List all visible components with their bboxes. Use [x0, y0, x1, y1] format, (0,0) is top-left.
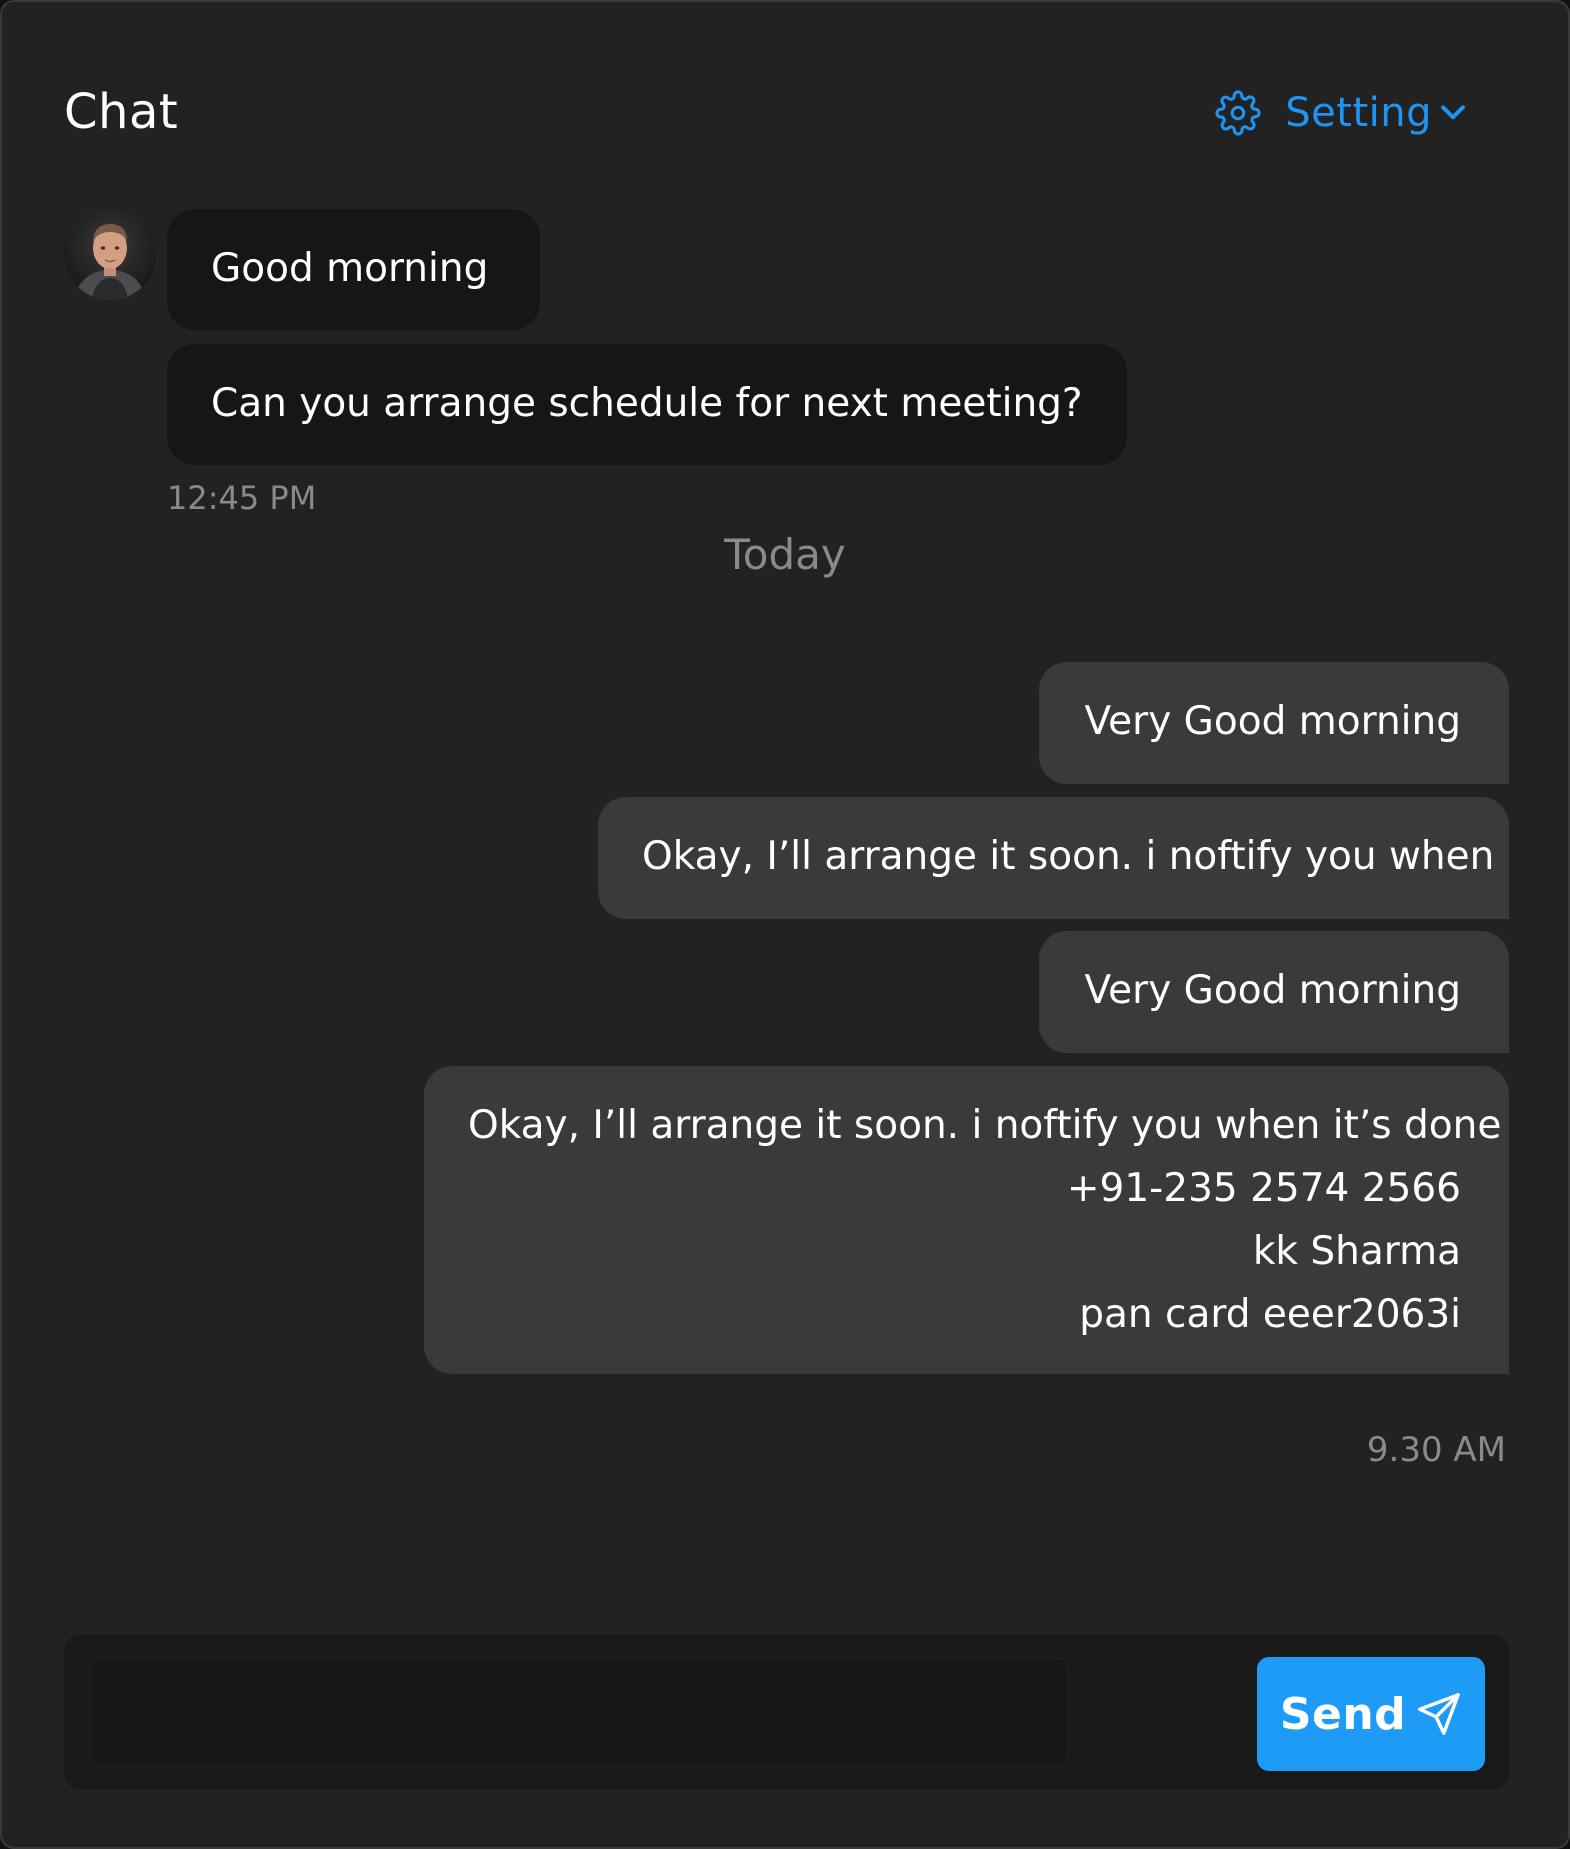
settings-dropdown[interactable]: Setting: [1215, 90, 1470, 136]
message-line: Okay, I’ll arrange it soon. i noftify yo…: [468, 1103, 1502, 1148]
message-line: kk Sharma: [1252, 1229, 1461, 1274]
message-line: +91-235 2574 2566: [1066, 1166, 1461, 1211]
incoming-message: Good morning: [167, 209, 540, 330]
outgoing-message: Very Good morning: [1039, 931, 1509, 1053]
paper-plane-icon: [1418, 1693, 1461, 1735]
page-title: Chat: [64, 84, 179, 140]
chat-panel: Chat Setting Good morning Can you arrang…: [0, 0, 1570, 1849]
chevron-down-icon: [1441, 105, 1465, 120]
message-timestamp: 9.30 AM: [1366, 1430, 1506, 1470]
message-timestamp: 12:45 PM: [167, 479, 317, 517]
avatar: [64, 208, 156, 300]
gear-icon: [1215, 90, 1261, 136]
message-line: pan card eeer2063i: [1079, 1292, 1461, 1337]
send-button[interactable]: Send: [1257, 1657, 1485, 1771]
date-divider: Today: [724, 530, 846, 579]
settings-label: Setting: [1285, 90, 1432, 136]
send-label: Send: [1279, 1688, 1407, 1740]
outgoing-message: Okay, I’ll arrange it soon. i noftify yo…: [424, 1066, 1509, 1374]
incoming-message: Can you arrange schedule for next meetin…: [167, 344, 1127, 465]
outgoing-message: Very Good morning: [1039, 662, 1509, 784]
outgoing-message: Okay, I’ll arrange it soon. i noftify yo…: [598, 797, 1509, 919]
message-input[interactable]: [90, 1658, 1068, 1766]
